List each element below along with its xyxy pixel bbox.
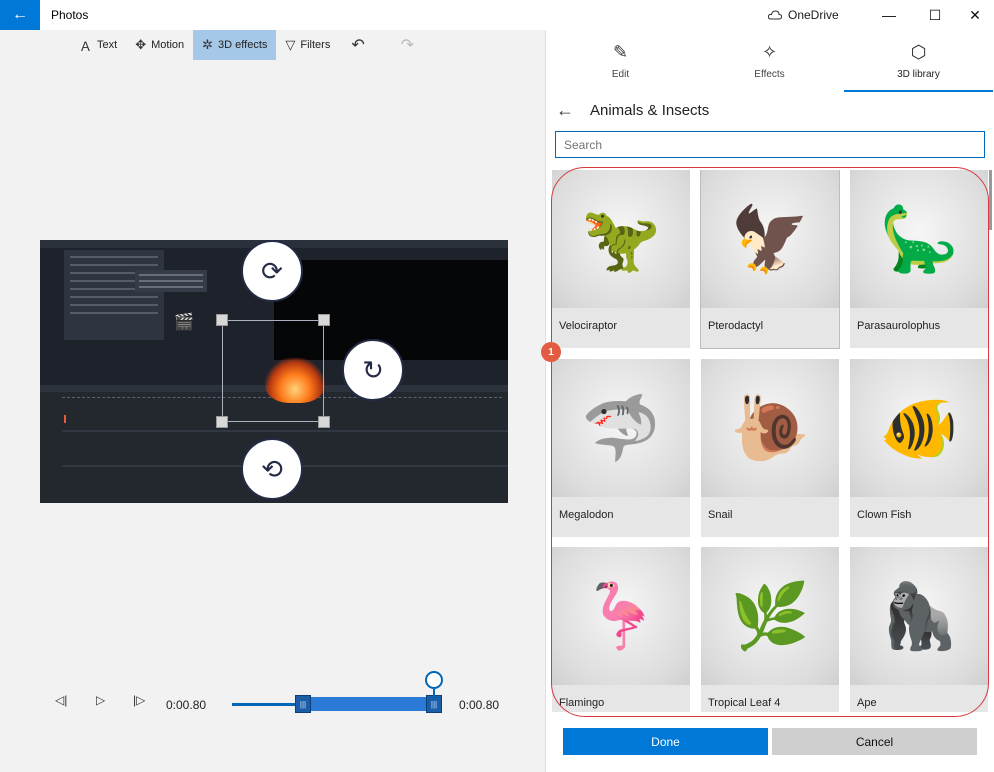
- velociraptor-thumbnail: 🦖: [552, 170, 690, 308]
- minimize-icon: —: [882, 7, 896, 23]
- model-tile-velociraptor[interactable]: 🦖 Velociraptor: [552, 170, 690, 348]
- 3d-effects-icon: ✲: [202, 37, 214, 52]
- cloud-icon: [768, 10, 782, 20]
- motion-tool-button[interactable]: ✥ Motion: [126, 30, 193, 60]
- model-tile-parasaurolophus[interactable]: 🦕 Parasaurolophus: [850, 170, 988, 348]
- filters-tool-button[interactable]: ▽ Filters: [276, 30, 339, 60]
- play-button[interactable]: ▷: [96, 693, 105, 707]
- undo-button[interactable]: ↶: [339, 30, 376, 60]
- tab-edit-label: Edit: [611, 69, 630, 80]
- previous-frame-button[interactable]: ◁|: [55, 693, 67, 707]
- ape-thumbnail: 🦍: [850, 547, 988, 685]
- motion-icon: ✥: [135, 37, 147, 52]
- model-label: Flamingo: [559, 697, 605, 709]
- clapper-icon: 🎬: [174, 314, 194, 331]
- tab-3d-library-label: 3D library: [897, 69, 940, 80]
- megalodon-thumbnail: 🦈: [552, 359, 690, 497]
- rotate-y-handle-icon[interactable]: ↻: [342, 339, 404, 401]
- resize-handle[interactable]: [216, 416, 228, 428]
- edit-toolbar: Ａ Text ✥ Motion ✲ 3D effects ▽ Filters ↶…: [70, 30, 438, 60]
- filters-tool-label: Filters: [300, 39, 331, 51]
- app-title: Photos: [51, 8, 89, 22]
- close-icon: ✕: [969, 6, 981, 23]
- end-time: 0:00.80: [459, 698, 500, 712]
- tab-effects-label: Effects: [754, 69, 785, 80]
- 3d-effects-tool-button[interactable]: ✲ 3D effects: [193, 30, 277, 60]
- back-arrow-icon: ←: [12, 6, 28, 23]
- model-grid: 🦖 Velociraptor 🦅 Pterodactyl 🦕 Parasauro…: [552, 170, 988, 712]
- model-label: Clown Fish: [857, 509, 912, 521]
- text-tool-label: Text: [97, 39, 118, 51]
- pencil-icon: ✎: [612, 42, 629, 62]
- model-tile-megalodon[interactable]: 🦈 Megalodon: [552, 359, 690, 537]
- title-bar: ← Photos OneDrive — ☐ ✕: [0, 0, 994, 30]
- model-tile-pterodactyl[interactable]: 🦅 Pterodactyl: [700, 170, 840, 349]
- model-label: Tropical Leaf 4: [708, 697, 781, 709]
- onedrive-button[interactable]: OneDrive: [768, 0, 839, 30]
- editor-pane: Ａ Text ✥ Motion ✲ 3D effects ▽ Filters ↶…: [0, 30, 546, 772]
- rotate-z-handle-icon[interactable]: ⟳: [241, 240, 303, 302]
- resize-handle[interactable]: [318, 314, 330, 326]
- trim-start-handle[interactable]: |||: [295, 695, 311, 713]
- tab-edit[interactable]: ✎ Edit: [546, 30, 695, 92]
- category-title: Animals & Insects: [590, 101, 710, 119]
- category-header: ← Animals & Insects: [556, 98, 709, 122]
- maximize-icon: ☐: [928, 6, 942, 23]
- undo-icon: ↶: [351, 37, 365, 54]
- cancel-button[interactable]: Cancel: [772, 728, 977, 755]
- done-button[interactable]: Done: [563, 728, 768, 755]
- playback-controls: ◁| ▷ |▷ 0:00.80 ||| ||| 0:00.80: [0, 670, 546, 740]
- back-button[interactable]: ←: [0, 0, 40, 30]
- model-label: Snail: [708, 509, 733, 521]
- parasaurolophus-thumbnail: 🦕: [850, 170, 988, 308]
- annotation-badge: 1: [541, 342, 561, 362]
- motion-tool-label: Motion: [151, 39, 185, 51]
- model-label: Ape: [857, 697, 877, 709]
- close-button[interactable]: ✕: [952, 0, 994, 30]
- next-frame-button[interactable]: |▷: [133, 693, 145, 707]
- model-tile-clown-fish[interactable]: 🐠 Clown Fish: [850, 359, 988, 537]
- redo-icon: ↷: [400, 37, 415, 54]
- effect-duration-range[interactable]: [296, 697, 441, 711]
- category-back-icon[interactable]: ←: [556, 100, 574, 121]
- model-tile-tropical-leaf-4[interactable]: 🌿 Tropical Leaf 4: [701, 547, 839, 712]
- side-panel: ✎ Edit ✧ Effects ⬡ 3D library ← Animals …: [546, 30, 994, 772]
- playhead-knob[interactable]: [425, 671, 443, 689]
- preview-context-menu: [64, 250, 164, 340]
- tab-3d-library[interactable]: ⬡ 3D library: [844, 30, 993, 92]
- model-tile-ape[interactable]: 🦍 Ape: [850, 547, 988, 712]
- onedrive-label: OneDrive: [788, 8, 839, 22]
- flamingo-thumbnail: 🦩: [552, 547, 690, 685]
- filters-icon: ▽: [285, 37, 296, 52]
- cube-icon: ⬡: [910, 42, 927, 62]
- preview-submenu: [135, 270, 207, 292]
- model-tile-snail[interactable]: 🐌 Snail: [701, 359, 839, 537]
- panel-tabs: ✎ Edit ✧ Effects ⬡ 3D library: [546, 30, 994, 92]
- resize-handle[interactable]: [318, 416, 330, 428]
- redo-button[interactable]: ↷: [377, 30, 438, 60]
- rotate-x-handle-icon[interactable]: ⟲: [241, 438, 303, 500]
- snail-thumbnail: 🐌: [701, 359, 839, 497]
- current-time: 0:00.80: [166, 698, 207, 712]
- video-preview[interactable]: 🎬 ⟳ ↻ ⟲: [40, 240, 508, 503]
- text-icon: Ａ: [79, 38, 93, 54]
- pterodactyl-thumbnail: 🦅: [701, 170, 839, 308]
- tropical-leaf-thumbnail: 🌿: [701, 547, 839, 685]
- model-label: Pterodactyl: [708, 320, 764, 332]
- model-label: Megalodon: [559, 509, 614, 521]
- model-label: Parasaurolophus: [857, 320, 941, 332]
- clown-fish-thumbnail: 🐠: [850, 359, 988, 497]
- text-tool-button[interactable]: Ａ Text: [70, 30, 126, 60]
- tab-effects[interactable]: ✧ Effects: [695, 30, 844, 92]
- effect-selection-box[interactable]: [222, 320, 324, 422]
- sparkle-icon: ✧: [761, 42, 778, 62]
- grid-scrollbar[interactable]: [989, 170, 992, 230]
- 3d-effects-tool-label: 3D effects: [218, 39, 268, 51]
- minimize-button[interactable]: —: [866, 0, 912, 30]
- resize-handle[interactable]: [216, 314, 228, 326]
- model-label: Velociraptor: [559, 320, 618, 332]
- model-tile-flamingo[interactable]: 🦩 Flamingo: [552, 547, 690, 712]
- search-input[interactable]: [555, 131, 985, 158]
